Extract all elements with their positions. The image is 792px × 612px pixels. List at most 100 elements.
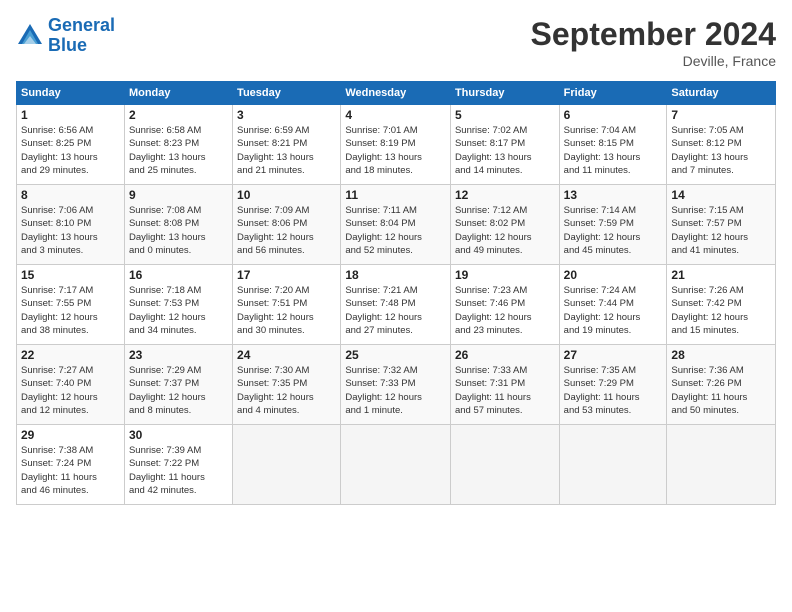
day-info: Sunrise: 7:04 AMSunset: 8:15 PMDaylight:… (564, 124, 663, 177)
table-row: 30 Sunrise: 7:39 AMSunset: 7:22 PMDayligh… (124, 425, 232, 505)
day-info: Sunrise: 6:59 AMSunset: 8:21 PMDaylight:… (237, 124, 336, 177)
day-number: 26 (455, 348, 555, 362)
table-row: 13Sunrise: 7:14 AMSunset: 7:59 PMDayligh… (559, 185, 667, 265)
day-number: 16 (129, 268, 228, 282)
day-info: Sunrise: 7:08 AMSunset: 8:08 PMDaylight:… (129, 204, 228, 257)
day-number: 13 (564, 188, 663, 202)
calendar: Sunday Monday Tuesday Wednesday Thursday… (16, 81, 776, 505)
day-number: 19 (455, 268, 555, 282)
logo-icon (16, 22, 44, 50)
day-number: 3 (237, 108, 336, 122)
table-row (450, 425, 559, 505)
day-number: 28 (671, 348, 771, 362)
logo-text: General Blue (48, 16, 115, 56)
day-info: Sunrise: 6:58 AMSunset: 8:23 PMDaylight:… (129, 124, 228, 177)
day-info: Sunrise: 7:39 AMSunset: 7:22 PMDaylight:… (129, 444, 228, 497)
day-info: Sunrise: 7:02 AMSunset: 8:17 PMDaylight:… (455, 124, 555, 177)
title-block: September 2024 Deville, France (531, 16, 776, 69)
col-thursday: Thursday (450, 82, 559, 105)
calendar-week-row: 1Sunrise: 6:56 AMSunset: 8:25 PMDaylight… (17, 105, 776, 185)
day-info: Sunrise: 7:33 AMSunset: 7:31 PMDaylight:… (455, 364, 555, 417)
day-info: Sunrise: 7:24 AMSunset: 7:44 PMDaylight:… (564, 284, 663, 337)
calendar-week-row: 29Sunrise: 7:38 AMSunset: 7:24 PMDayligh… (17, 425, 776, 505)
table-row: 8Sunrise: 7:06 AMSunset: 8:10 PMDaylight… (17, 185, 125, 265)
table-row: 5 Sunrise: 7:02 AMSunset: 8:17 PMDaylight… (450, 105, 559, 185)
table-row: 19Sunrise: 7:23 AMSunset: 7:46 PMDayligh… (450, 265, 559, 345)
table-row (667, 425, 776, 505)
table-row: 24 Sunrise: 7:30 AMSunset: 7:35 PMDayligh… (233, 345, 341, 425)
col-tuesday: Tuesday (233, 82, 341, 105)
day-info: Sunrise: 7:26 AMSunset: 7:42 PMDaylight:… (671, 284, 771, 337)
page: General Blue September 2024 Deville, Fra… (0, 0, 792, 612)
col-saturday: Saturday (667, 82, 776, 105)
day-number: 8 (21, 188, 120, 202)
day-info: Sunrise: 7:15 AMSunset: 7:57 PMDaylight:… (671, 204, 771, 257)
calendar-week-row: 8Sunrise: 7:06 AMSunset: 8:10 PMDaylight… (17, 185, 776, 265)
day-info: Sunrise: 7:05 AMSunset: 8:12 PMDaylight:… (671, 124, 771, 177)
day-number: 7 (671, 108, 771, 122)
day-info: Sunrise: 7:29 AMSunset: 7:37 PMDaylight:… (129, 364, 228, 417)
day-info: Sunrise: 7:18 AMSunset: 7:53 PMDaylight:… (129, 284, 228, 337)
day-number: 22 (21, 348, 120, 362)
table-row: 23 Sunrise: 7:29 AMSunset: 7:37 PMDayligh… (124, 345, 232, 425)
day-number: 30 (129, 428, 228, 442)
col-wednesday: Wednesday (341, 82, 451, 105)
day-number: 17 (237, 268, 336, 282)
logo: General Blue (16, 16, 115, 56)
table-row: 20 Sunrise: 7:24 AMSunset: 7:44 PMDayligh… (559, 265, 667, 345)
day-info: Sunrise: 7:36 AMSunset: 7:26 PMDaylight:… (671, 364, 771, 417)
logo-general: General (48, 15, 115, 35)
logo-blue: Blue (48, 35, 87, 55)
day-number: 6 (564, 108, 663, 122)
day-info: Sunrise: 7:30 AMSunset: 7:35 PMDaylight:… (237, 364, 336, 417)
location: Deville, France (531, 53, 776, 69)
day-number: 29 (21, 428, 120, 442)
table-row: 17 Sunrise: 7:20 AMSunset: 7:51 PMDayligh… (233, 265, 341, 345)
day-number: 20 (564, 268, 663, 282)
table-row: 9Sunrise: 7:08 AMSunset: 8:08 PMDaylight… (124, 185, 232, 265)
calendar-week-row: 22 Sunrise: 7:27 AMSunset: 7:40 PMDayligh… (17, 345, 776, 425)
day-number: 12 (455, 188, 555, 202)
day-number: 23 (129, 348, 228, 362)
table-row: 26 Sunrise: 7:33 AMSunset: 7:31 PMDayligh… (450, 345, 559, 425)
day-info: Sunrise: 7:27 AMSunset: 7:40 PMDaylight:… (21, 364, 120, 417)
table-row: 22 Sunrise: 7:27 AMSunset: 7:40 PMDayligh… (17, 345, 125, 425)
table-row: 7 Sunrise: 7:05 AMSunset: 8:12 PMDaylight… (667, 105, 776, 185)
day-number: 21 (671, 268, 771, 282)
col-monday: Monday (124, 82, 232, 105)
day-info: Sunrise: 7:01 AMSunset: 8:19 PMDaylight:… (345, 124, 446, 177)
table-row: 2 Sunrise: 6:58 AMSunset: 8:23 PMDaylight… (124, 105, 232, 185)
table-row: 10Sunrise: 7:09 AMSunset: 8:06 PMDayligh… (233, 185, 341, 265)
day-info: Sunrise: 7:12 AMSunset: 8:02 PMDaylight:… (455, 204, 555, 257)
table-row: 6 Sunrise: 7:04 AMSunset: 8:15 PMDaylight… (559, 105, 667, 185)
day-number: 5 (455, 108, 555, 122)
day-info: Sunrise: 6:56 AMSunset: 8:25 PMDaylight:… (21, 124, 120, 177)
table-row: 18 Sunrise: 7:21 AMSunset: 7:48 PMDayligh… (341, 265, 451, 345)
table-row: 28 Sunrise: 7:36 AMSunset: 7:26 PMDayligh… (667, 345, 776, 425)
table-row: 11Sunrise: 7:11 AMSunset: 8:04 PMDayligh… (341, 185, 451, 265)
table-row (341, 425, 451, 505)
day-number: 2 (129, 108, 228, 122)
day-number: 25 (345, 348, 446, 362)
month-title: September 2024 (531, 16, 776, 53)
day-info: Sunrise: 7:17 AMSunset: 7:55 PMDaylight:… (21, 284, 120, 337)
table-row: 29Sunrise: 7:38 AMSunset: 7:24 PMDayligh… (17, 425, 125, 505)
day-info: Sunrise: 7:20 AMSunset: 7:51 PMDaylight:… (237, 284, 336, 337)
table-row: 1Sunrise: 6:56 AMSunset: 8:25 PMDaylight… (17, 105, 125, 185)
day-number: 15 (21, 268, 120, 282)
day-info: Sunrise: 7:35 AMSunset: 7:29 PMDaylight:… (564, 364, 663, 417)
day-number: 27 (564, 348, 663, 362)
day-number: 18 (345, 268, 446, 282)
day-number: 24 (237, 348, 336, 362)
table-row: 3 Sunrise: 6:59 AMSunset: 8:21 PMDaylight… (233, 105, 341, 185)
table-row: 21 Sunrise: 7:26 AMSunset: 7:42 PMDayligh… (667, 265, 776, 345)
table-row (233, 425, 341, 505)
day-number: 14 (671, 188, 771, 202)
col-sunday: Sunday (17, 82, 125, 105)
day-info: Sunrise: 7:32 AMSunset: 7:33 PMDaylight:… (345, 364, 446, 417)
table-row: 27 Sunrise: 7:35 AMSunset: 7:29 PMDayligh… (559, 345, 667, 425)
table-row: 16 Sunrise: 7:18 AMSunset: 7:53 PMDayligh… (124, 265, 232, 345)
table-row: 15 Sunrise: 7:17 AMSunset: 7:55 PMDayligh… (17, 265, 125, 345)
day-info: Sunrise: 7:21 AMSunset: 7:48 PMDaylight:… (345, 284, 446, 337)
calendar-week-row: 15 Sunrise: 7:17 AMSunset: 7:55 PMDayligh… (17, 265, 776, 345)
